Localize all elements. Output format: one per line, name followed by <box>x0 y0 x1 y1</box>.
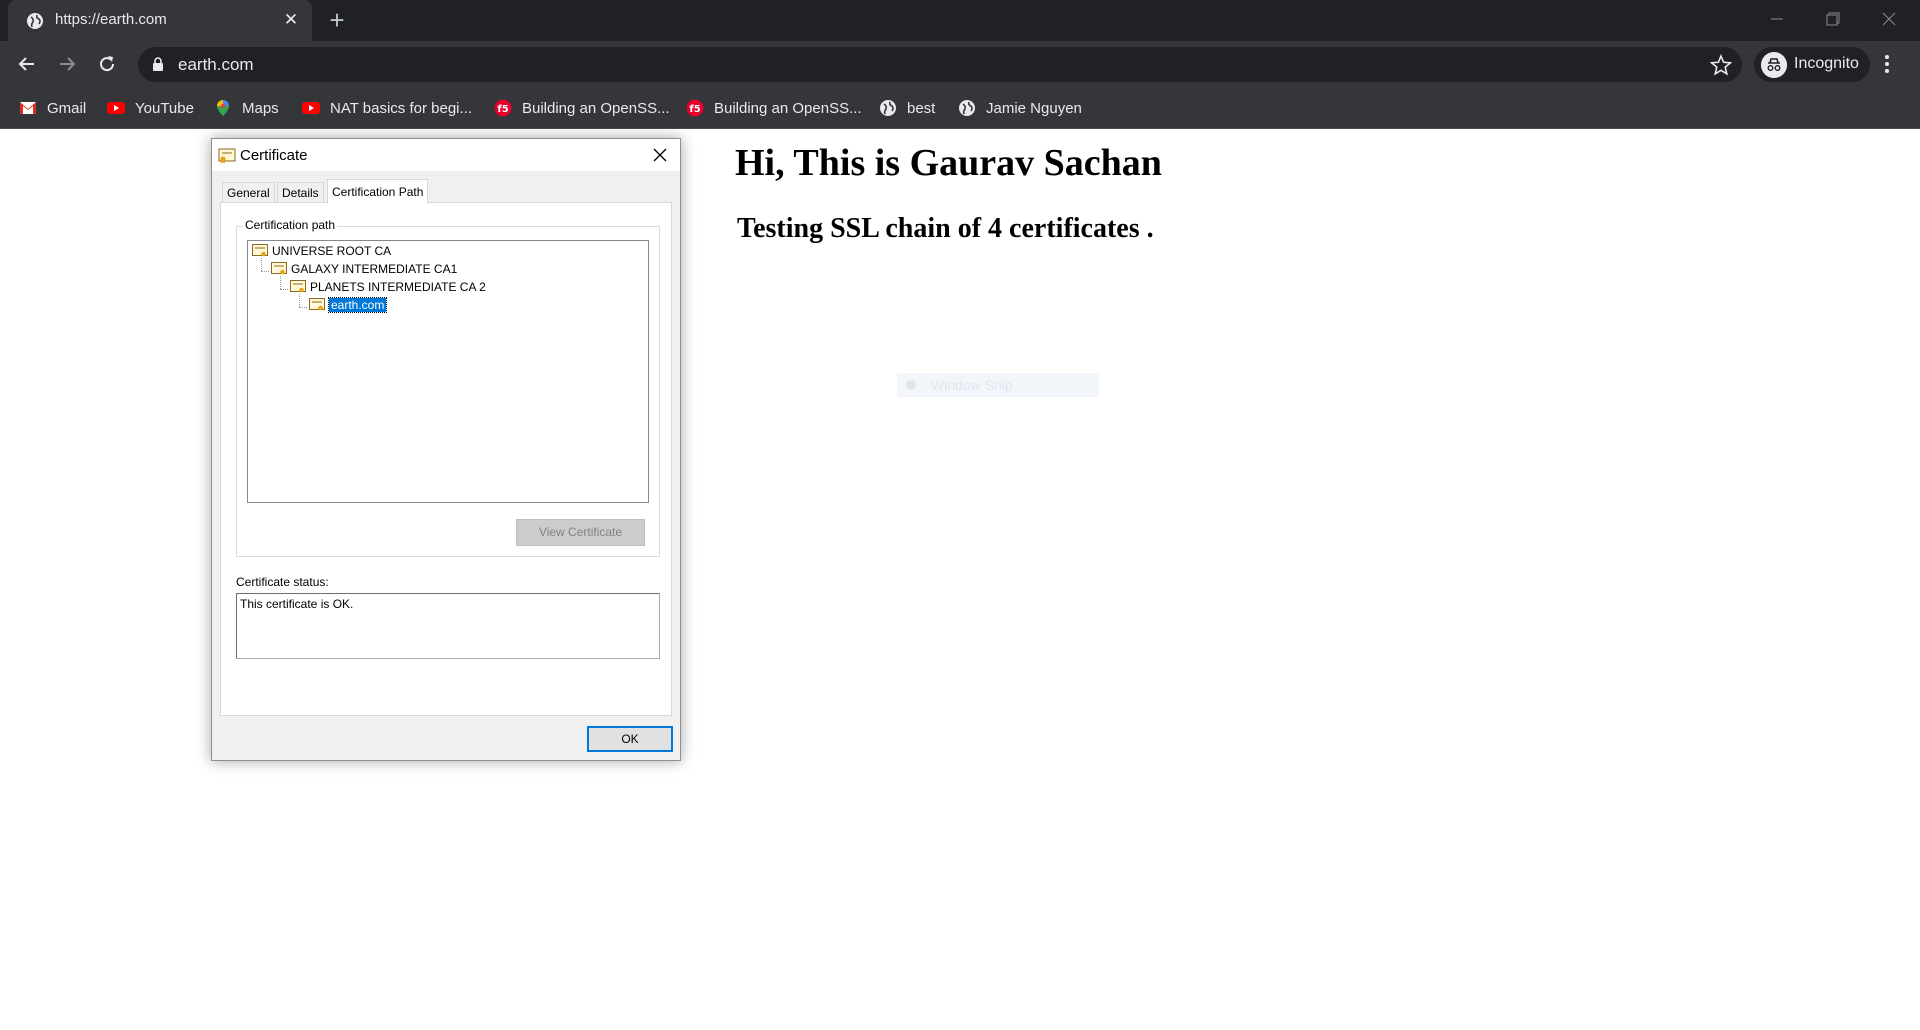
snip-dot-icon <box>906 380 916 390</box>
maps-icon <box>217 100 229 116</box>
youtube-icon <box>107 102 125 114</box>
tree-connector <box>261 258 262 271</box>
tree-node-label: UNIVERSE ROOT CA <box>272 244 392 258</box>
globe-icon <box>959 100 975 116</box>
bookmark-gmail[interactable]: Gmail <box>19 96 86 120</box>
page-subheading: Testing SSL chain of 4 certificates . <box>737 213 1154 244</box>
tree-node-label: GALAXY INTERMEDIATE CA1 <box>291 262 458 276</box>
certificate-icon <box>252 244 268 257</box>
page-heading: Hi, This is Gaurav Sachan <box>735 142 1162 184</box>
tree-connector <box>280 276 281 289</box>
certificate-status-label: Certificate status: <box>236 575 329 589</box>
certification-path-group: Certification path UNIVERSE ROOT CA GALA… <box>236 218 660 557</box>
gmail-icon <box>20 102 36 114</box>
tab-strip: https://earth.com ✕ + <box>0 0 1920 41</box>
url-text[interactable]: earth.com <box>178 55 254 75</box>
browser-tab[interactable]: https://earth.com ✕ <box>8 0 312 41</box>
certificate-tree[interactable]: UNIVERSE ROOT CA GALAXY INTERMEDIATE CA1 <box>247 240 649 503</box>
f5-icon: f5 <box>494 99 512 117</box>
view-certificate-button[interactable]: View Certificate <box>516 519 645 546</box>
tree-node-leaf[interactable]: earth.com <box>309 297 388 313</box>
dialog-close-icon[interactable] <box>648 143 672 167</box>
tab-title: https://earth.com <box>55 11 167 28</box>
tab-details[interactable]: Details <box>277 182 324 203</box>
browser-toolbar: earth.com Incognito <box>0 41 1920 88</box>
new-tab-icon[interactable]: + <box>324 7 350 34</box>
dialog-titlebar[interactable]: Certificate <box>212 139 680 171</box>
forward-icon[interactable] <box>55 52 79 76</box>
tree-connector <box>261 271 269 272</box>
bookmark-star-icon[interactable] <box>1710 54 1732 76</box>
bookmarks-bar: Gmail YouTube Maps NAT basics for begi..… <box>0 88 1920 129</box>
incognito-label: Incognito <box>1794 55 1859 72</box>
svg-text:f5: f5 <box>689 104 700 115</box>
tree-node-label: PLANETS INTERMEDIATE CA 2 <box>310 280 486 294</box>
tree-node-intermediate-2[interactable]: PLANETS INTERMEDIATE CA 2 <box>290 279 486 295</box>
ok-button[interactable]: OK <box>587 726 673 752</box>
address-bar[interactable]: earth.com <box>138 47 1742 82</box>
window-close-icon[interactable] <box>1876 6 1902 32</box>
tab-general[interactable]: General <box>222 182 275 203</box>
tree-connector <box>299 294 300 307</box>
tab-certification-path[interactable]: Certification Path <box>327 179 429 204</box>
bookmark-youtube[interactable]: YouTube <box>107 96 194 120</box>
incognito-profile-button[interactable]: Incognito <box>1754 47 1870 82</box>
window-snip-label: Window Snip <box>931 377 1013 393</box>
more-menu-icon[interactable] <box>1883 53 1891 75</box>
certification-path-panel: Certification path UNIVERSE ROOT CA GALA… <box>220 202 672 716</box>
f5-icon: f5 <box>686 99 704 117</box>
certificate-icon <box>309 298 325 311</box>
certificate-icon <box>271 262 287 275</box>
lock-icon[interactable] <box>152 57 164 72</box>
back-icon[interactable] <box>15 52 39 76</box>
bookmark-openssl-1[interactable]: f5 Building an OpenSS... <box>494 96 670 120</box>
youtube-icon <box>302 102 320 114</box>
svg-text:f5: f5 <box>497 104 508 115</box>
globe-icon <box>880 100 896 116</box>
tree-node-intermediate-1[interactable]: GALAXY INTERMEDIATE CA1 <box>271 261 457 277</box>
incognito-icon <box>1761 52 1787 78</box>
tree-node-label-selected: earth.com <box>327 297 388 313</box>
reload-icon[interactable] <box>95 52 119 76</box>
tab-close-icon[interactable]: ✕ <box>280 9 302 31</box>
certificate-status-box[interactable]: This certificate is OK. <box>236 593 660 659</box>
tree-node-root[interactable]: UNIVERSE ROOT CA <box>252 243 391 259</box>
tree-connector <box>280 289 288 290</box>
certificate-icon <box>290 280 306 293</box>
globe-icon <box>27 13 43 29</box>
window-snip-overlay: Window Snip <box>897 373 1099 397</box>
bookmark-best[interactable]: best <box>879 96 935 120</box>
minimize-icon[interactable] <box>1764 6 1790 32</box>
certificate-dialog: Certificate General Details Certificatio… <box>211 138 681 761</box>
certificate-icon <box>218 148 236 164</box>
certification-path-label: Certification path <box>243 218 338 232</box>
tree-connector <box>299 307 307 308</box>
dialog-title: Certificate <box>240 147 308 164</box>
bookmark-openssl-2[interactable]: f5 Building an OpenSS... <box>686 96 862 120</box>
bookmark-maps[interactable]: Maps <box>214 96 279 120</box>
bookmark-nat-basics[interactable]: NAT basics for begi... <box>302 96 472 120</box>
restore-icon[interactable] <box>1820 6 1846 32</box>
bookmark-jamie-nguyen[interactable]: Jamie Nguyen <box>958 96 1082 120</box>
